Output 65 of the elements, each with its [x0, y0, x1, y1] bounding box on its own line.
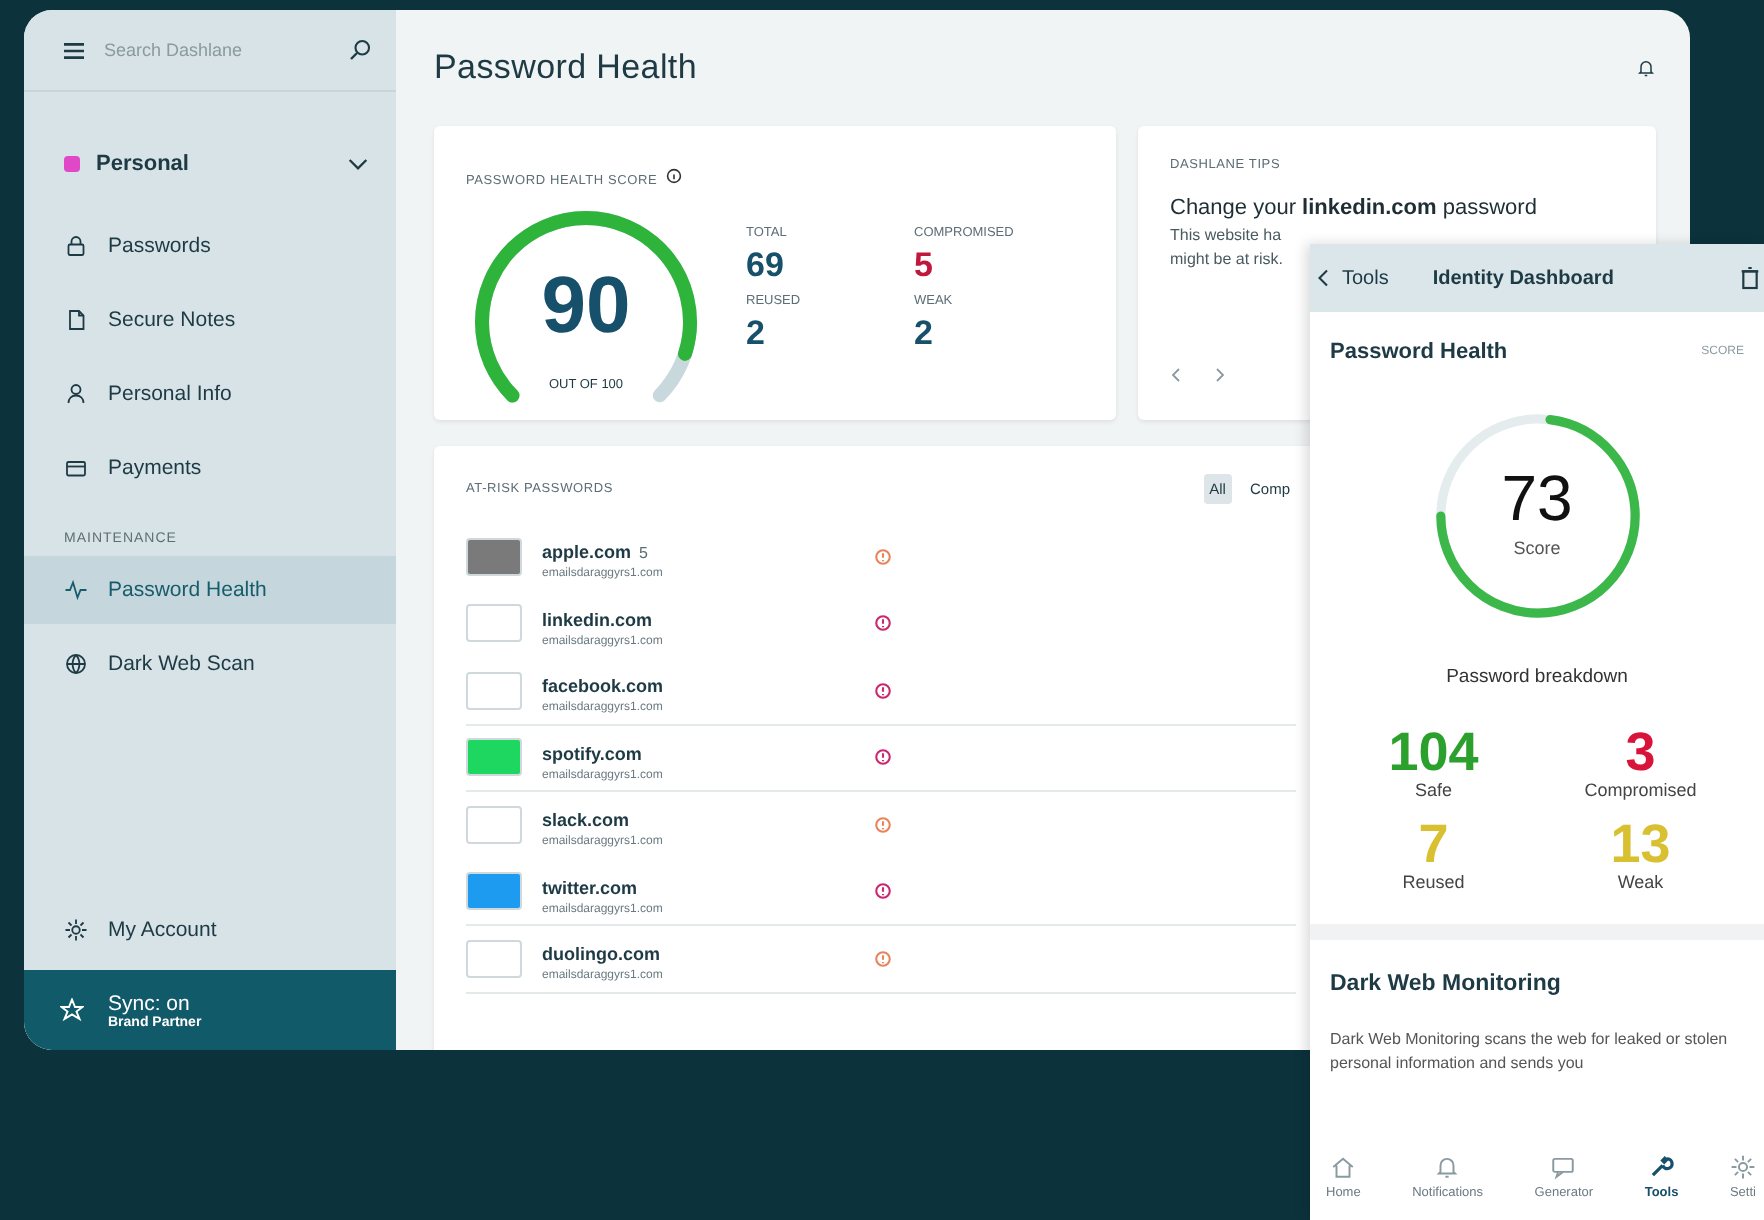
stat-value: 69 [746, 246, 786, 286]
section-title: Dark Web Monitoring [1330, 972, 1563, 996]
stat-value: 2 [914, 314, 935, 354]
site-name: slack.com [542, 810, 630, 831]
tip-text: might be at risk. [1170, 250, 1285, 268]
nav-item[interactable]: Passwords [24, 212, 396, 280]
lock-icon [64, 234, 88, 258]
search-field[interactable]: Search Dashlane [100, 38, 332, 62]
info-icon [665, 167, 682, 184]
chat-icon [1550, 1154, 1577, 1180]
card-icon [64, 456, 88, 480]
stat-value: 5 [914, 246, 935, 286]
score-value: 73 [1499, 462, 1575, 536]
sync-title: Sync: on [108, 991, 192, 1015]
chevron-down-icon [348, 157, 368, 171]
bell-icon [1434, 1154, 1461, 1180]
description-text: Dark Web Monitoring scans the web for leaked or stolen personal information and sends you [1330, 1028, 1730, 1076]
stat-value: 7 [1416, 816, 1451, 872]
site-name: duolingo.com [542, 944, 660, 965]
stat-label: Safe [1412, 780, 1454, 800]
globe-icon [64, 652, 88, 676]
section-title: Password Health [1330, 340, 1508, 364]
previous-icon[interactable] [1170, 366, 1182, 384]
nav-item[interactable]: My Account [24, 896, 396, 964]
note-icon [64, 308, 88, 332]
settings-icon [1729, 1154, 1756, 1180]
stat-value: 2 [746, 314, 767, 354]
star-icon [60, 998, 84, 1022]
count-label: 5 [639, 544, 648, 563]
wrench-icon [1648, 1154, 1675, 1180]
nav-item[interactable]: Password Health [24, 556, 396, 624]
stat-label: Reused [1400, 872, 1467, 892]
home-icon [1330, 1154, 1357, 1180]
back-icon [1318, 268, 1330, 288]
site-name: linkedin.com [542, 609, 653, 630]
person-icon [64, 382, 88, 406]
tip-text: This website ha [1170, 226, 1284, 244]
stat-value: 3 [1623, 724, 1658, 780]
nav-item[interactable]: Secure Notes [24, 286, 396, 354]
pulse-icon [64, 578, 88, 602]
nav-item[interactable]: Personal Info [24, 360, 396, 428]
breakdown-title: Password breakdown [1444, 666, 1630, 688]
stat-label: Weak [1615, 872, 1666, 892]
bell-icon[interactable] [1636, 58, 1656, 78]
site-name: facebook.com [542, 676, 664, 697]
score-label: Score [1511, 538, 1563, 558]
header-title: Identity Dashboard [1432, 267, 1614, 289]
nav-item[interactable]: Dark Web Scan [24, 630, 396, 698]
site-name: apple.com [542, 542, 632, 563]
search-icon [348, 38, 372, 62]
trash-icon[interactable] [1740, 266, 1760, 290]
back-link[interactable]: Tools [1318, 267, 1389, 289]
site-name: twitter.com [542, 877, 638, 898]
menu-icon [64, 41, 84, 59]
page-title: Password Health [434, 48, 698, 88]
stat-value: 13 [1608, 816, 1673, 872]
site-name: spotify.com [542, 743, 642, 764]
tip-title: Change your linkedin.com password [1170, 196, 1539, 220]
stat-label: Compromised [1582, 780, 1699, 800]
settings-icon [64, 918, 88, 942]
stat-value: 104 [1386, 724, 1481, 780]
next-icon[interactable] [1214, 366, 1226, 384]
space-selector[interactable]: Personal [64, 152, 368, 176]
score-value: 90 [539, 262, 633, 352]
nav-item[interactable]: Payments [24, 434, 396, 502]
